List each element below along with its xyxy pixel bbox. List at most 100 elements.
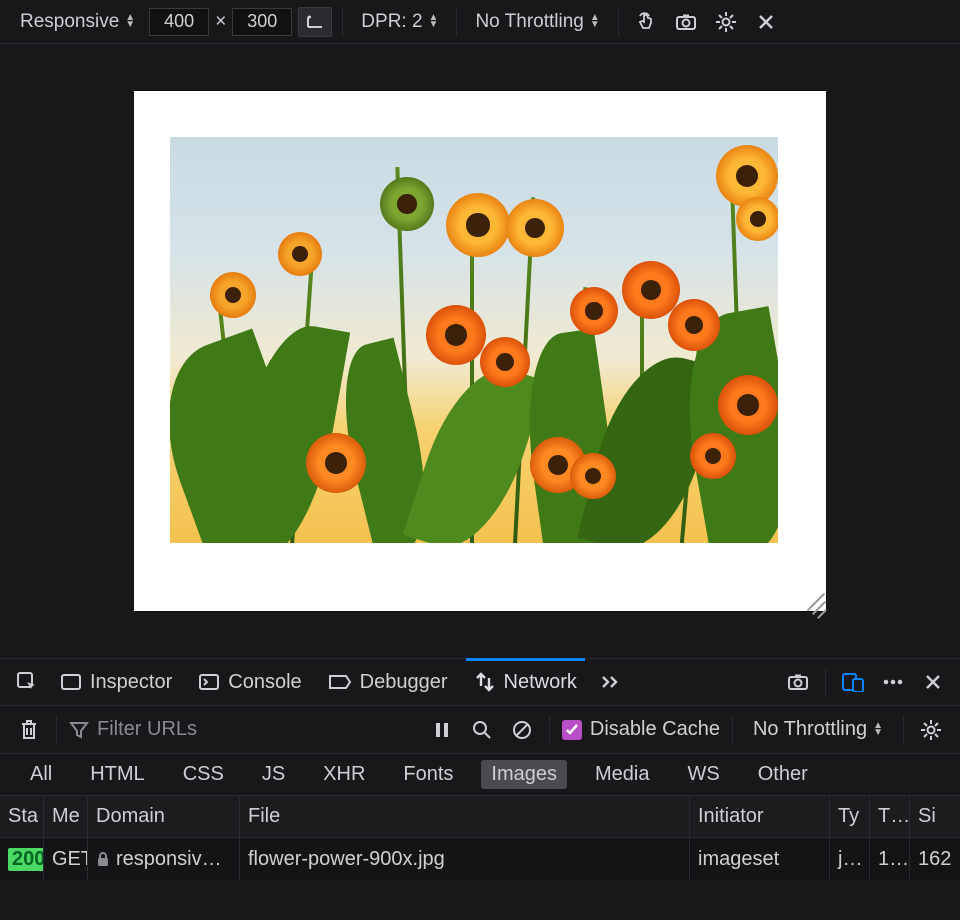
- col-size[interactable]: Si: [910, 796, 960, 837]
- throttling-select[interactable]: No Throttling ▲▼: [467, 11, 607, 33]
- page-image: [170, 137, 778, 543]
- tab-network[interactable]: Network: [466, 659, 585, 705]
- chevron-updown-icon: ▲▼: [873, 723, 883, 737]
- gear-icon: [715, 11, 737, 33]
- tab-debugger[interactable]: Debugger: [320, 659, 456, 705]
- x-separator: ×: [215, 11, 226, 33]
- more-tabs-button[interactable]: [595, 667, 625, 697]
- net-settings-button[interactable]: [916, 715, 946, 745]
- separator: [903, 716, 904, 744]
- viewport-area: [0, 44, 960, 658]
- filter-input[interactable]: [97, 718, 357, 741]
- filter-images[interactable]: Images: [481, 760, 567, 789]
- screenshot-button[interactable]: [669, 7, 703, 37]
- device-frame[interactable]: [134, 91, 826, 611]
- col-method[interactable]: Me: [44, 796, 88, 837]
- tab-label: Console: [228, 671, 301, 694]
- cell-type: j…: [830, 838, 870, 880]
- lock-icon: [96, 851, 110, 867]
- col-file[interactable]: File: [240, 796, 690, 837]
- cell-initiator: imageset: [690, 838, 830, 880]
- chevron-updown-icon: ▲▼: [590, 15, 600, 29]
- filter-ws[interactable]: WS: [678, 760, 730, 789]
- width-input[interactable]: [149, 8, 209, 36]
- responsive-mode-icon: [842, 672, 864, 692]
- table-row[interactable]: 200 GET responsiv… flower-power-900x.jpg…: [0, 838, 960, 880]
- filter-css[interactable]: CSS: [173, 760, 234, 789]
- filter-other[interactable]: Other: [748, 760, 818, 789]
- screenshot-dt-button[interactable]: [783, 667, 813, 697]
- cell-method: GET: [44, 838, 88, 880]
- debugger-icon: [328, 674, 352, 690]
- responsive-mode-button[interactable]: [838, 667, 868, 697]
- tab-inspector[interactable]: Inspector: [52, 659, 180, 705]
- pause-icon: [434, 721, 450, 739]
- inspect-cursor-icon: [16, 671, 38, 693]
- throttling-label: No Throttling: [475, 11, 583, 33]
- meatball-icon: [882, 678, 904, 686]
- dimensions-group: ×: [149, 8, 292, 36]
- filter-fonts[interactable]: Fonts: [393, 760, 463, 789]
- separator: [618, 7, 619, 37]
- cell-domain-text: responsiv…: [116, 848, 222, 871]
- cell-size: 162: [910, 838, 960, 880]
- console-icon: [198, 673, 220, 691]
- status-badge: 200: [8, 848, 44, 871]
- filter-media[interactable]: Media: [585, 760, 659, 789]
- cell-file: flower-power-900x.jpg: [240, 838, 690, 880]
- chevron-updown-icon: ▲▼: [429, 15, 439, 29]
- touch-icon: [635, 11, 657, 33]
- close-icon: [924, 673, 942, 691]
- chevrons-right-icon: [600, 674, 620, 690]
- chevron-updown-icon: ▲▼: [125, 15, 135, 29]
- search-button[interactable]: [467, 715, 497, 745]
- filter-all[interactable]: All: [20, 760, 62, 789]
- filter-xhr[interactable]: XHR: [313, 760, 375, 789]
- tab-label: Inspector: [90, 671, 172, 694]
- camera-icon: [675, 13, 697, 31]
- rotate-button[interactable]: [298, 7, 332, 37]
- dpr-select[interactable]: DPR: 2 ▲▼: [353, 11, 446, 33]
- col-transferred[interactable]: T…: [870, 796, 910, 837]
- device-select-label: Responsive: [20, 11, 119, 33]
- tab-console[interactable]: Console: [190, 659, 309, 705]
- height-input[interactable]: [232, 8, 292, 36]
- col-initiator[interactable]: Initiator: [690, 796, 830, 837]
- block-button[interactable]: [507, 715, 537, 745]
- filter-html[interactable]: HTML: [80, 760, 154, 789]
- close-icon: [757, 13, 775, 31]
- filter-group: [69, 718, 417, 741]
- pause-button[interactable]: [427, 715, 457, 745]
- net-throttling-label: No Throttling: [753, 718, 867, 741]
- funnel-icon: [69, 721, 89, 739]
- network-icon: [474, 672, 496, 692]
- responsive-toolbar: Responsive ▲▼ × DPR: 2 ▲▼ No Throttling …: [0, 0, 960, 44]
- net-throttling-select[interactable]: No Throttling ▲▼: [745, 718, 891, 741]
- col-status[interactable]: Sta: [0, 796, 44, 837]
- device-select[interactable]: Responsive ▲▼: [12, 11, 143, 33]
- close-devtools-button[interactable]: [918, 667, 948, 697]
- col-type[interactable]: Ty: [830, 796, 870, 837]
- disable-cache-toggle[interactable]: Disable Cache: [562, 718, 720, 741]
- filter-js[interactable]: JS: [252, 760, 295, 789]
- col-domain[interactable]: Domain: [88, 796, 240, 837]
- separator: [56, 716, 57, 744]
- clear-button[interactable]: [14, 715, 44, 745]
- cell-domain: responsiv…: [88, 838, 240, 880]
- settings-button[interactable]: [709, 7, 743, 37]
- camera-icon: [787, 673, 809, 691]
- touch-simulation-button[interactable]: [629, 7, 663, 37]
- pick-element-button[interactable]: [12, 667, 42, 697]
- rotate-icon: [305, 14, 325, 30]
- tab-label: Network: [504, 671, 577, 694]
- tab-label: Debugger: [360, 671, 448, 694]
- inspector-icon: [60, 673, 82, 691]
- meatball-menu-button[interactable]: [878, 667, 908, 697]
- separator: [825, 668, 826, 696]
- checkbox-checked-icon: [562, 720, 582, 740]
- separator: [549, 716, 550, 744]
- cell-transferred: 1…: [870, 838, 910, 880]
- resize-grip[interactable]: [802, 587, 824, 609]
- trash-icon: [19, 719, 39, 741]
- close-rdm-button[interactable]: [749, 7, 783, 37]
